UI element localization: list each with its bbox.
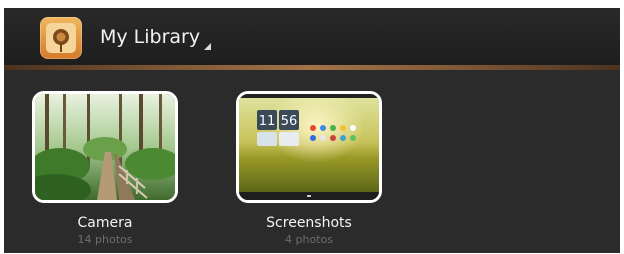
gallery-app-icon[interactable]: [40, 17, 82, 59]
action-bar: My Library: [4, 8, 620, 65]
svg-text:56: 56: [281, 114, 298, 129]
svg-text:11: 11: [259, 114, 276, 129]
album-screenshots-thumbnail[interactable]: 11 56: [236, 91, 382, 203]
page-title: My Library: [100, 26, 201, 48]
album-photo-count: 14 photos: [77, 233, 133, 246]
library-selector[interactable]: My Library: [100, 24, 211, 50]
forest-boardwalk-photo: [35, 94, 175, 200]
album-name: Screenshots: [266, 215, 352, 231]
album-camera-thumbnail[interactable]: [32, 91, 178, 203]
header-divider: [4, 65, 620, 70]
album-name: Camera: [77, 215, 133, 231]
album-photo-count: 4 photos: [285, 233, 333, 246]
gallery-app: My Library Camera 14 photos 11 56 Screen…: [4, 8, 620, 253]
tablet-homescreen-screenshot: 11 56: [239, 94, 379, 200]
dropdown-caret-icon[interactable]: [204, 43, 211, 50]
